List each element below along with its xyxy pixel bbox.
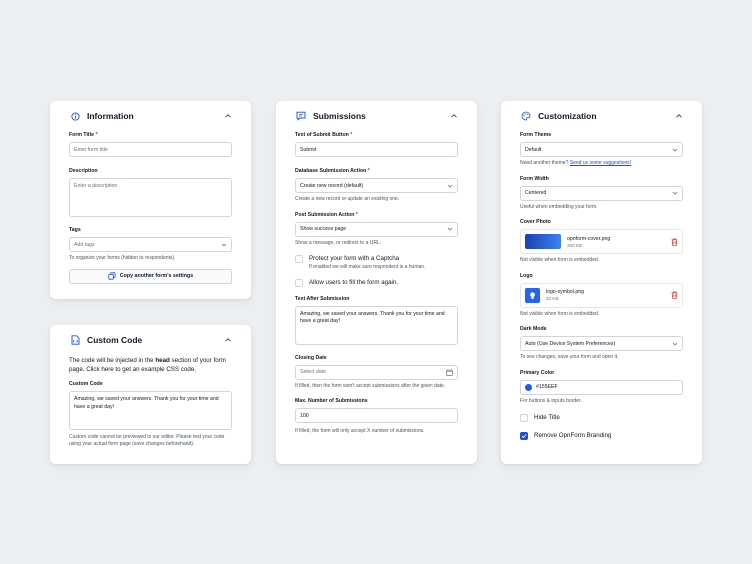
width-label: Form Width: [520, 175, 549, 182]
suggestions-link[interactable]: Send us some suggestions!: [570, 160, 631, 166]
dark-mode-select[interactable]: Auto (Use Device System Preferences): [520, 336, 683, 351]
hide-title-label: Hide Title: [534, 414, 560, 421]
color-swatch[interactable]: [525, 383, 532, 391]
submissions-header[interactable]: Submissions: [295, 101, 458, 131]
logo-file-size: 32 KB: [546, 296, 559, 301]
primary-color-label: Primary Color: [520, 369, 555, 376]
dark-mode-help: To see changes, save your form and open …: [520, 354, 619, 360]
submit-text-label: Text of Submit Button *: [295, 132, 353, 138]
cover-file[interactable]: opnform-cover.png 200 KB: [520, 229, 683, 254]
chevron-up-icon[interactable]: [224, 112, 232, 120]
captcha-option[interactable]: Protect your form with a Captcha If enab…: [295, 255, 458, 271]
cover-thumbnail: [525, 234, 561, 249]
allow-refill-label: Allow users to fill the form again.: [309, 278, 399, 286]
max-submissions-label: Max. Number of Submissions: [295, 398, 368, 404]
custom-code-header[interactable]: Custom Code: [69, 325, 232, 355]
max-submissions-input[interactable]: 100: [295, 408, 458, 423]
palette-icon: [520, 110, 532, 122]
logo-thumbnail: [525, 287, 540, 303]
submissions-card: Submissions Text of Submit Button * Subm…: [276, 101, 477, 464]
cover-label: Cover Photo: [520, 219, 551, 225]
theme-select[interactable]: Default: [520, 142, 683, 157]
closing-date-input[interactable]: Select date: [295, 364, 458, 380]
copy-settings-button[interactable]: Copy another form's settings: [69, 268, 232, 284]
tags-label: Tags: [69, 227, 81, 233]
remove-branding-checkbox[interactable]: [520, 432, 528, 440]
tags-help: To organize your forms (hidden to respon…: [69, 255, 176, 261]
chevron-down-icon: [447, 183, 453, 189]
code-file-icon: [69, 334, 81, 346]
closing-date-label: Closing Date: [295, 354, 327, 361]
customization-title: Customization: [538, 111, 597, 121]
custom-code-title: Custom Code: [87, 335, 143, 345]
db-action-select[interactable]: Create new record (default): [295, 178, 458, 193]
trash-icon[interactable]: [671, 291, 678, 299]
chevron-down-icon: [672, 147, 678, 153]
description-label: Description: [69, 168, 98, 174]
copy-icon: [108, 272, 116, 280]
chat-icon: [295, 110, 307, 122]
submissions-title: Submissions: [313, 111, 366, 121]
description-textarea[interactable]: Enter a description: [69, 178, 232, 217]
allow-refill-option[interactable]: Allow users to fill the form again.: [295, 278, 458, 287]
width-select[interactable]: Centered: [520, 185, 683, 201]
custom-code-intro[interactable]: The code will be injected in the head se…: [69, 356, 232, 374]
captcha-checkbox[interactable]: [295, 255, 303, 263]
chevron-down-icon: [672, 341, 678, 347]
post-action-select[interactable]: Show success page: [295, 221, 458, 237]
remove-branding-option[interactable]: Remove OpnForm Branding: [520, 432, 683, 440]
customization-card: Customization Form Theme Default Need an…: [501, 101, 702, 464]
primary-color-help: For buttons & inputs border.: [520, 397, 582, 404]
logo-help: Not visible when form is embedded.: [520, 310, 600, 317]
captcha-help: If enabled we will make sure respondent …: [309, 264, 426, 270]
information-card: Information Form Title * Enter form titl…: [50, 101, 251, 299]
chevron-down-icon: [672, 190, 678, 196]
custom-code-textarea[interactable]: Amazing, we saved your answers. Thank yo…: [69, 391, 232, 430]
chevron-down-icon: [221, 242, 227, 248]
width-help: Useful when embedding your form.: [520, 203, 598, 210]
custom-code-card: Custom Code The code will be injected in…: [50, 325, 251, 464]
captcha-label: Protect your form with a Captcha: [309, 255, 400, 262]
theme-label: Form Theme: [520, 132, 552, 138]
chevron-down-icon: [447, 226, 453, 232]
text-after-textarea[interactable]: Amazing, we saved your answers. Thank yo…: [295, 305, 458, 345]
primary-color-input[interactable]: #155EEF: [520, 379, 683, 395]
text-after-label: Text After Submission: [295, 295, 350, 302]
post-action-label: Post Submission Action *: [295, 211, 358, 218]
cover-help: Not visible when form is embedded.: [520, 257, 600, 263]
submit-text-input[interactable]: Submit: [295, 142, 458, 157]
cover-file-name: opnform-cover.png: [567, 235, 611, 242]
hide-title-checkbox[interactable]: [520, 414, 528, 422]
chevron-up-icon[interactable]: [450, 112, 458, 120]
trash-icon[interactable]: [671, 237, 678, 246]
cover-file-size: 200 KB: [567, 242, 583, 248]
logo-label: Logo: [520, 272, 533, 279]
information-title: Information: [87, 111, 134, 121]
information-header[interactable]: Information: [69, 101, 232, 131]
dark-mode-label: Dark Mode: [520, 326, 547, 332]
custom-code-help: Custom code cannot be previewed in our e…: [69, 434, 225, 447]
customization-header[interactable]: Customization: [520, 101, 683, 131]
theme-help: Need another theme? Send us some suggest…: [520, 160, 632, 166]
closing-date-help: If filled, then the form won't accept su…: [295, 382, 446, 389]
tags-select[interactable]: Add tags: [69, 237, 232, 252]
max-submissions-help: If filled, the form will only accept X n…: [295, 428, 425, 434]
info-icon: [69, 110, 81, 122]
custom-code-label: Custom Code: [69, 381, 103, 387]
db-action-help: Create a new record or update an existin…: [295, 196, 400, 202]
form-title-label: Form Title *: [69, 132, 98, 138]
db-action-label: Database Submission Action *: [295, 168, 370, 174]
remove-branding-label: Remove OpnForm Branding: [534, 432, 612, 439]
chevron-up-icon[interactable]: [675, 112, 683, 120]
chevron-up-icon[interactable]: [224, 336, 232, 344]
allow-refill-checkbox[interactable]: [295, 278, 303, 287]
check-icon: [521, 434, 527, 439]
hide-title-option[interactable]: Hide Title: [520, 414, 683, 422]
post-action-help: Show a message, or redirect to a URL.: [295, 239, 382, 246]
logo-file[interactable]: logo-symbol.png 32 KB: [520, 282, 683, 308]
calendar-icon[interactable]: [446, 368, 453, 376]
form-title-input[interactable]: Enter form title: [69, 142, 232, 157]
logo-file-name: logo-symbol.png: [546, 289, 585, 295]
